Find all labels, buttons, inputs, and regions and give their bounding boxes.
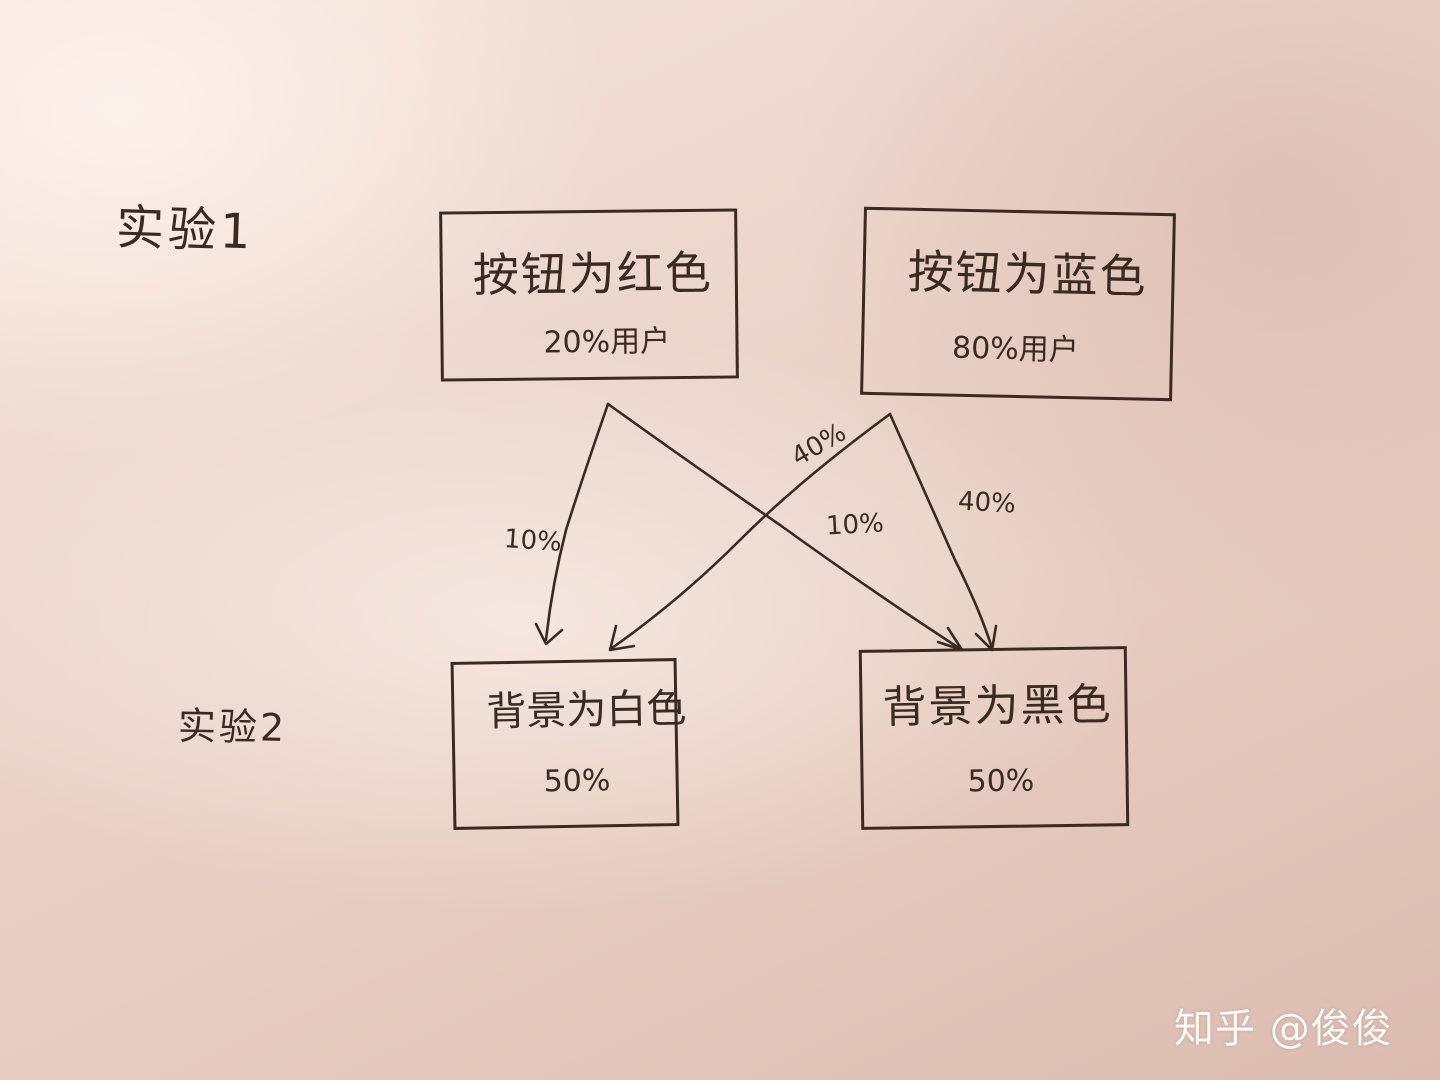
flow-label-red-to-black: 10% [825,508,885,542]
paper-sheet: 实验1 实验2 按钮为红色 20%用户 按钮为蓝色 80%用户 背景为白色 50… [0,0,1440,1080]
arrowhead-red-to-black [936,626,964,652]
arrow-red-to-white [544,402,610,642]
flow-label-red-to-white: 10% [503,524,563,558]
flow-label-blue-to-black: 40% [957,486,1017,520]
arrow-red-to-black [606,402,964,652]
flow-arrows [534,402,998,652]
watermark: 知乎 @俊俊 [1174,1006,1393,1052]
arrowhead-red-to-white [534,622,564,646]
